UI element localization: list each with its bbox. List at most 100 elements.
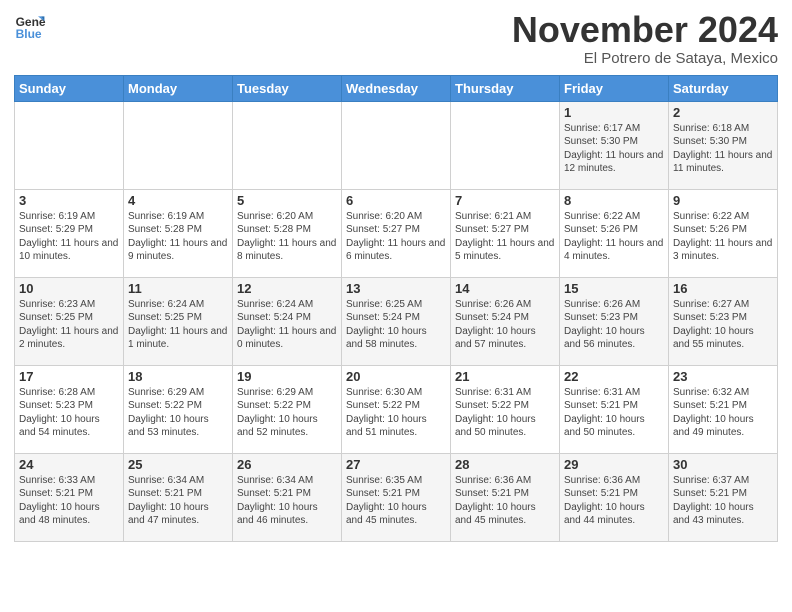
day-info: Sunrise: 6:27 AM Sunset: 5:23 PM Dayligh… [673,298,773,352]
day-info: Sunrise: 6:32 AM Sunset: 5:21 PM Dayligh… [673,386,773,440]
day-number: 24 [19,457,119,472]
calendar-cell: 9 Sunrise: 6:22 AM Sunset: 5:26 PM Daylig… [669,189,778,277]
day-info: Sunrise: 6:20 AM Sunset: 5:28 PM Dayligh… [237,210,337,264]
day-number: 30 [673,457,773,472]
day-info: Sunrise: 6:26 AM Sunset: 5:23 PM Dayligh… [564,298,664,352]
day-number: 25 [128,457,228,472]
calendar-cell [451,101,560,189]
day-info: Sunrise: 6:25 AM Sunset: 5:24 PM Dayligh… [346,298,446,352]
svg-text:Blue: Blue [16,27,42,41]
calendar-cell [233,101,342,189]
day-info: Sunrise: 6:29 AM Sunset: 5:22 PM Dayligh… [128,386,228,440]
calendar-cell: 14 Sunrise: 6:26 AM Sunset: 5:24 PM Dayli… [451,277,560,365]
calendar-cell: 3 Sunrise: 6:19 AM Sunset: 5:29 PM Daylig… [15,189,124,277]
day-number: 1 [564,105,664,120]
logo-icon: General Blue [14,10,46,42]
day-info: Sunrise: 6:24 AM Sunset: 5:25 PM Dayligh… [128,298,228,352]
day-number: 23 [673,369,773,384]
day-info: Sunrise: 6:20 AM Sunset: 5:27 PM Dayligh… [346,210,446,264]
day-number: 7 [455,193,555,208]
day-number: 4 [128,193,228,208]
calendar-cell: 30Sunrise: 6:37 AM Sunset: 5:21 PM Dayli… [669,453,778,541]
location: El Potrero de Sataya, Mexico [512,50,778,67]
day-number: 18 [128,369,228,384]
day-info: Sunrise: 6:34 AM Sunset: 5:21 PM Dayligh… [237,474,337,528]
day-info: Sunrise: 6:31 AM Sunset: 5:21 PM Dayligh… [564,386,664,440]
day-number: 14 [455,281,555,296]
title-block: November 2024 El Potrero de Sataya, Mexi… [512,10,778,67]
day-number: 3 [19,193,119,208]
page-container: General Blue November 2024 El Potrero de… [0,0,792,550]
calendar-cell: 17 Sunrise: 6:28 AM Sunset: 5:23 PM Dayli… [15,365,124,453]
calendar-cell: 18 Sunrise: 6:29 AM Sunset: 5:22 PM Dayli… [124,365,233,453]
day-info: Sunrise: 6:18 AM Sunset: 5:30 PM Dayligh… [673,122,773,176]
calendar-cell: 16 Sunrise: 6:27 AM Sunset: 5:23 PM Dayli… [669,277,778,365]
day-info: Sunrise: 6:30 AM Sunset: 5:22 PM Dayligh… [346,386,446,440]
header: General Blue November 2024 El Potrero de… [14,10,778,67]
day-number: 19 [237,369,337,384]
calendar-cell: 4Sunrise: 6:19 AM Sunset: 5:28 PM Daylig… [124,189,233,277]
day-number: 21 [455,369,555,384]
day-number: 11 [128,281,228,296]
calendar-cell [124,101,233,189]
calendar-cell: 27 Sunrise: 6:35 AM Sunset: 5:21 PM Dayli… [342,453,451,541]
weekday-header-thursday: Thursday [451,75,560,101]
calendar-table: SundayMondayTuesdayWednesdayThursdayFrid… [14,75,778,542]
calendar-cell: 6 Sunrise: 6:20 AM Sunset: 5:27 PM Daylig… [342,189,451,277]
day-info: Sunrise: 6:17 AM Sunset: 5:30 PM Dayligh… [564,122,664,176]
day-info: Sunrise: 6:19 AM Sunset: 5:29 PM Dayligh… [19,210,119,264]
day-number: 17 [19,369,119,384]
day-info: Sunrise: 6:34 AM Sunset: 5:21 PM Dayligh… [128,474,228,528]
day-info: Sunrise: 6:29 AM Sunset: 5:22 PM Dayligh… [237,386,337,440]
weekday-header-wednesday: Wednesday [342,75,451,101]
day-info: Sunrise: 6:31 AM Sunset: 5:22 PM Dayligh… [455,386,555,440]
calendar-cell: 8 Sunrise: 6:22 AM Sunset: 5:26 PM Daylig… [560,189,669,277]
day-number: 9 [673,193,773,208]
day-info: Sunrise: 6:33 AM Sunset: 5:21 PM Dayligh… [19,474,119,528]
day-info: Sunrise: 6:36 AM Sunset: 5:21 PM Dayligh… [455,474,555,528]
weekday-header-sunday: Sunday [15,75,124,101]
day-info: Sunrise: 6:22 AM Sunset: 5:26 PM Dayligh… [673,210,773,264]
calendar-week-4: 17 Sunrise: 6:28 AM Sunset: 5:23 PM Dayli… [15,365,778,453]
calendar-cell: 20 Sunrise: 6:30 AM Sunset: 5:22 PM Dayli… [342,365,451,453]
weekday-header-tuesday: Tuesday [233,75,342,101]
calendar-cell: 28 Sunrise: 6:36 AM Sunset: 5:21 PM Dayli… [451,453,560,541]
day-number: 20 [346,369,446,384]
calendar-cell: 29Sunrise: 6:36 AM Sunset: 5:21 PM Dayli… [560,453,669,541]
day-number: 8 [564,193,664,208]
day-number: 16 [673,281,773,296]
calendar-cell: 1 Sunrise: 6:17 AM Sunset: 5:30 PM Daylig… [560,101,669,189]
calendar-cell: 5Sunrise: 6:20 AM Sunset: 5:28 PM Daylig… [233,189,342,277]
month-title: November 2024 [512,10,778,50]
day-number: 22 [564,369,664,384]
calendar-cell: 26 Sunrise: 6:34 AM Sunset: 5:21 PM Dayli… [233,453,342,541]
calendar-cell: 7 Sunrise: 6:21 AM Sunset: 5:27 PM Daylig… [451,189,560,277]
calendar-cell: 2 Sunrise: 6:18 AM Sunset: 5:30 PM Daylig… [669,101,778,189]
day-info: Sunrise: 6:23 AM Sunset: 5:25 PM Dayligh… [19,298,119,352]
logo: General Blue [14,10,46,42]
calendar-cell: 21 Sunrise: 6:31 AM Sunset: 5:22 PM Dayli… [451,365,560,453]
calendar-cell: 24 Sunrise: 6:33 AM Sunset: 5:21 PM Dayli… [15,453,124,541]
day-info: Sunrise: 6:26 AM Sunset: 5:24 PM Dayligh… [455,298,555,352]
day-number: 2 [673,105,773,120]
calendar-cell: 10 Sunrise: 6:23 AM Sunset: 5:25 PM Dayli… [15,277,124,365]
calendar-cell [15,101,124,189]
day-number: 28 [455,457,555,472]
day-info: Sunrise: 6:21 AM Sunset: 5:27 PM Dayligh… [455,210,555,264]
day-info: Sunrise: 6:35 AM Sunset: 5:21 PM Dayligh… [346,474,446,528]
calendar-cell: 15 Sunrise: 6:26 AM Sunset: 5:23 PM Dayli… [560,277,669,365]
calendar-cell: 13Sunrise: 6:25 AM Sunset: 5:24 PM Dayli… [342,277,451,365]
calendar-cell: 25 Sunrise: 6:34 AM Sunset: 5:21 PM Dayli… [124,453,233,541]
weekday-header-saturday: Saturday [669,75,778,101]
calendar-cell: 12Sunrise: 6:24 AM Sunset: 5:24 PM Dayli… [233,277,342,365]
day-number: 10 [19,281,119,296]
day-number: 12 [237,281,337,296]
calendar-week-1: 1 Sunrise: 6:17 AM Sunset: 5:30 PM Daylig… [15,101,778,189]
day-number: 27 [346,457,446,472]
day-number: 15 [564,281,664,296]
day-info: Sunrise: 6:28 AM Sunset: 5:23 PM Dayligh… [19,386,119,440]
calendar-cell: 11 Sunrise: 6:24 AM Sunset: 5:25 PM Dayli… [124,277,233,365]
day-number: 26 [237,457,337,472]
day-info: Sunrise: 6:22 AM Sunset: 5:26 PM Dayligh… [564,210,664,264]
day-number: 6 [346,193,446,208]
